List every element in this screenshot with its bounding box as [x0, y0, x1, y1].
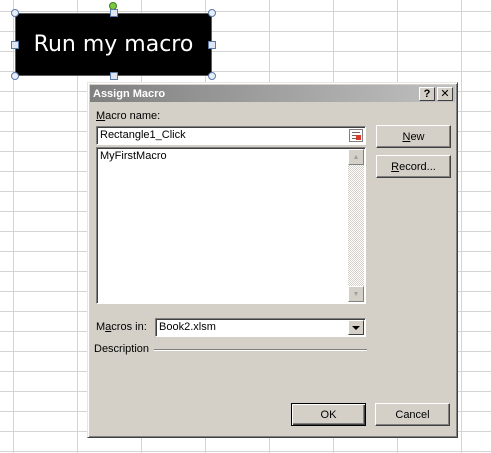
assign-macro-dialog: Assign Macro ? ✕ Macro name: Rectangle1_…: [87, 82, 458, 438]
dialog-titlebar[interactable]: Assign Macro ? ✕: [90, 85, 455, 102]
resize-handle-top-right[interactable]: [208, 9, 216, 17]
macros-in-select[interactable]: Book2.xlsm: [155, 318, 366, 337]
record-button[interactable]: Record...: [376, 155, 451, 178]
resize-handle-bottom-right[interactable]: [208, 72, 216, 80]
resize-handle-left[interactable]: [11, 41, 19, 49]
scroll-up-arrow-icon[interactable]: ▲: [348, 149, 364, 165]
macros-in-value: Book2.xlsm: [159, 321, 216, 333]
macro-list[interactable]: MyFirstMacro ▲ ▼: [96, 147, 366, 304]
shape-label: Run my macro: [33, 32, 194, 57]
description-label: Description: [94, 343, 150, 355]
ref-edit-icon[interactable]: [349, 129, 363, 142]
close-button[interactable]: ✕: [437, 86, 453, 101]
macro-shape-button[interactable]: Run my macro: [15, 13, 212, 76]
resize-handle-bottom[interactable]: [110, 72, 118, 80]
resize-handle-right[interactable]: [208, 41, 216, 49]
list-item[interactable]: MyFirstMacro: [97, 148, 365, 164]
dialog-title: Assign Macro: [93, 87, 166, 100]
macro-name-value: Rectangle1_Click: [100, 129, 186, 141]
resize-handle-top-left[interactable]: [11, 9, 19, 17]
resize-handle-top[interactable]: [110, 9, 118, 17]
chevron-down-icon[interactable]: [348, 320, 364, 335]
new-button[interactable]: New: [376, 125, 451, 148]
help-button[interactable]: ?: [419, 86, 435, 101]
ok-button[interactable]: OK: [291, 403, 366, 426]
description-divider: [154, 349, 367, 351]
scroll-down-arrow-icon[interactable]: ▼: [348, 286, 364, 302]
macro-list-scrollbar[interactable]: ▲ ▼: [348, 149, 364, 302]
resize-handle-bottom-left[interactable]: [11, 72, 19, 80]
macro-name-input[interactable]: Rectangle1_Click: [96, 126, 366, 145]
cancel-button[interactable]: Cancel: [375, 403, 450, 426]
macro-name-label: Macro name:: [96, 110, 161, 122]
macros-in-label: Macros in:: [96, 321, 147, 333]
